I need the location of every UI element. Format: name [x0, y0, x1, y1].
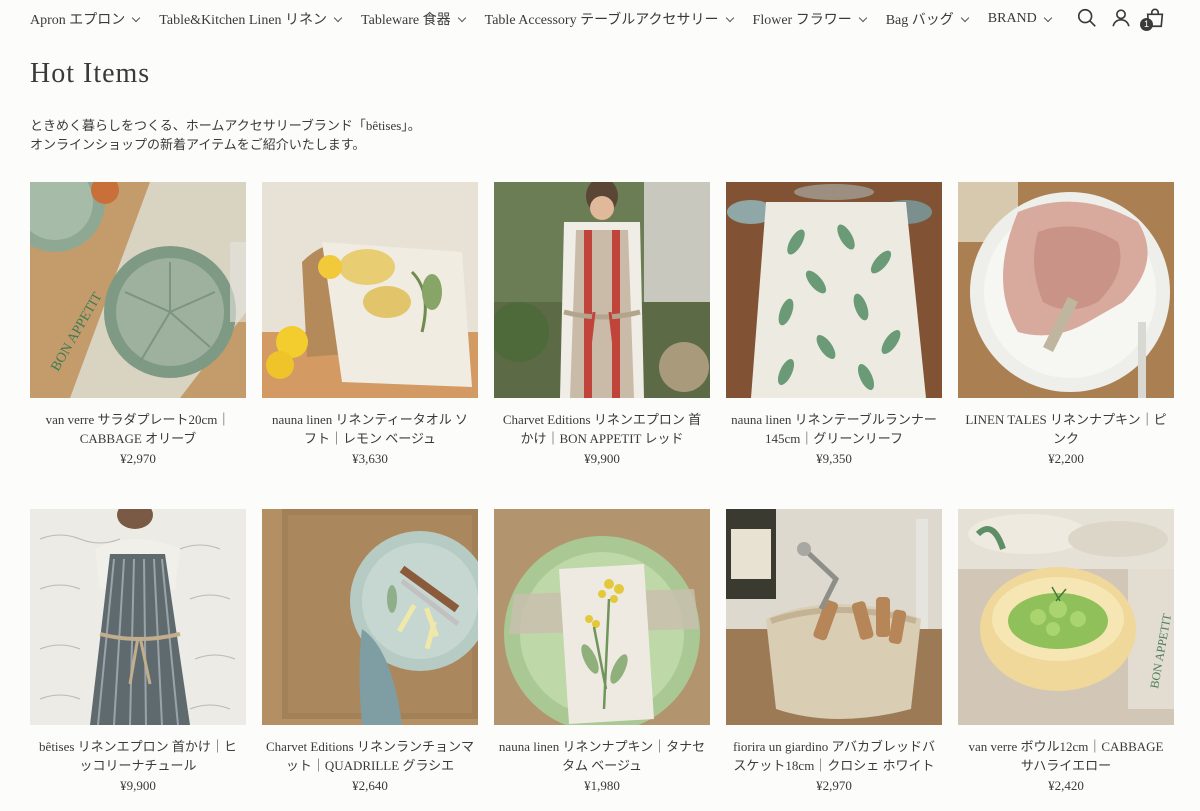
main-menu: Apron エプロン Table&Kitchen Linen リネン Table… [30, 9, 1071, 29]
top-navigation: Apron エプロン Table&Kitchen Linen リネン Table… [0, 0, 1200, 38]
product-name[interactable]: Charvet Editions リネンエプロン 首かけ｜BON APPETIT… [494, 410, 710, 448]
cart-button[interactable]: 1 [1140, 7, 1168, 31]
product-name[interactable]: fiorira un giardino アバカブレッドバスケット18cm｜クロシ… [726, 737, 942, 775]
product-card[interactable]: nauna linen リネンティータオル ソフト｜レモン ベージュ ¥3,63… [262, 182, 478, 486]
nav-item-label: Bag バッグ [885, 13, 954, 28]
intro-line: オンラインショップの新着アイテムをご紹介いたします。 [30, 137, 366, 152]
product-price: ¥2,970 [816, 778, 852, 793]
product-name[interactable]: van verre ボウル12cm｜CABBAGE サハライエロー [958, 737, 1174, 775]
product-card[interactable]: BON APPETIT van verre ボウル12cm｜CABBAGE サハ… [958, 509, 1174, 811]
nav-item-flower[interactable]: Flower フラワー [752, 9, 867, 29]
account-icon [1112, 9, 1130, 27]
product-image[interactable]: BON APPETIT [958, 509, 1174, 725]
product-grid: BON APPETIT van verre サラダプレート20cm｜CABBAG… [30, 182, 1174, 811]
nav-item-brand[interactable]: BRAND [987, 11, 1053, 27]
product-image[interactable] [726, 509, 942, 725]
product-price: ¥2,640 [352, 778, 388, 793]
nav-item-apron[interactable]: Apron エプロン [30, 9, 141, 29]
product-price: ¥2,420 [1048, 778, 1084, 793]
product-name[interactable]: bêtises リネンエプロン 首かけ｜ヒッコリーナチュール [30, 737, 246, 775]
product-name[interactable]: nauna linen リネンティータオル ソフト｜レモン ベージュ [262, 410, 478, 448]
product-image[interactable] [30, 509, 246, 725]
product-name[interactable]: Charvet Editions リネンランチョンマット｜QUADRILLE グ… [262, 737, 478, 775]
product-image[interactable] [262, 182, 478, 398]
product-card[interactable]: bêtises リネンエプロン 首かけ｜ヒッコリーナチュール ¥9,900 [30, 509, 246, 811]
intro-line: ときめく暮らしをつくる、ホームアクセサリーブランド「bêtises」。 [30, 118, 421, 133]
product-price: ¥9,350 [816, 451, 852, 466]
product-price: ¥2,200 [1048, 451, 1084, 466]
intro-text: ときめく暮らしをつくる、ホームアクセサリーブランド「bêtises」。 オンライ… [30, 116, 421, 154]
product-name[interactable]: van verre サラダプレート20cm｜CABBAGE オリーブ [30, 410, 246, 448]
product-card[interactable]: nauna linen リネンナプキン｜タナセタム ベージュ ¥1,980 [494, 509, 710, 811]
product-image[interactable] [726, 182, 942, 398]
product-price: ¥1,980 [584, 778, 620, 793]
nav-item-tableware[interactable]: Tableware 食器 [361, 9, 466, 29]
product-image[interactable] [494, 509, 710, 725]
product-price: ¥9,900 [584, 451, 620, 466]
search-icon [1077, 8, 1096, 27]
product-name[interactable]: nauna linen リネンナプキン｜タナセタム ベージュ [494, 737, 710, 775]
chevron-down-icon [333, 13, 343, 22]
product-card[interactable]: fiorira un giardino アバカブレッドバスケット18cm｜クロシ… [726, 509, 942, 811]
product-card[interactable]: BON APPETIT van verre サラダプレート20cm｜CABBAG… [30, 182, 246, 486]
page-title: Hot Items [30, 58, 151, 89]
cart-count-badge: 1 [1140, 18, 1153, 31]
product-price: ¥3,630 [352, 451, 388, 466]
product-price: ¥9,900 [120, 778, 156, 793]
nav-item-label: Table Accessory テーブルアクセサリー [484, 13, 719, 28]
chevron-down-icon [1043, 13, 1053, 22]
chevron-down-icon [132, 13, 141, 22]
product-image[interactable]: BON APPETIT [30, 182, 246, 398]
chevron-down-icon [858, 13, 867, 22]
header-icons: 1 [1066, 7, 1168, 31]
search-button[interactable] [1076, 7, 1100, 31]
product-image[interactable] [958, 182, 1174, 398]
product-card[interactable]: Charvet Editions リネンエプロン 首かけ｜BON APPETIT… [494, 182, 710, 486]
product-card[interactable]: Charvet Editions リネンランチョンマット｜QUADRILLE グ… [262, 509, 478, 811]
product-card[interactable]: LINEN TALES リネンナプキン｜ピンク ¥2,200 [958, 182, 1174, 486]
product-image[interactable] [494, 182, 710, 398]
nav-item-label: Table&Kitchen Linen リネン [159, 13, 328, 28]
nav-item-bag[interactable]: Bag バッグ [885, 9, 970, 29]
product-name[interactable]: nauna linen リネンテーブルランナー 145cm｜グリーンリーフ [726, 410, 942, 448]
nav-item-table-accessory[interactable]: Table Accessory テーブルアクセサリー [484, 9, 734, 29]
chevron-down-icon [960, 13, 970, 22]
chevron-down-icon [457, 13, 466, 22]
nav-item-label: Tableware 食器 [361, 13, 451, 28]
nav-item-label: BRAND [987, 11, 1037, 26]
account-button[interactable] [1110, 7, 1134, 31]
product-price: ¥2,970 [120, 451, 156, 466]
nav-item-linen[interactable]: Table&Kitchen Linen リネン [159, 9, 343, 29]
chevron-down-icon [725, 13, 734, 22]
product-name[interactable]: LINEN TALES リネンナプキン｜ピンク [958, 410, 1174, 448]
product-image[interactable] [262, 509, 478, 725]
nav-item-label: Flower フラワー [752, 13, 852, 28]
nav-item-label: Apron エプロン [30, 13, 126, 28]
product-card[interactable]: nauna linen リネンテーブルランナー 145cm｜グリーンリーフ ¥9… [726, 182, 942, 486]
